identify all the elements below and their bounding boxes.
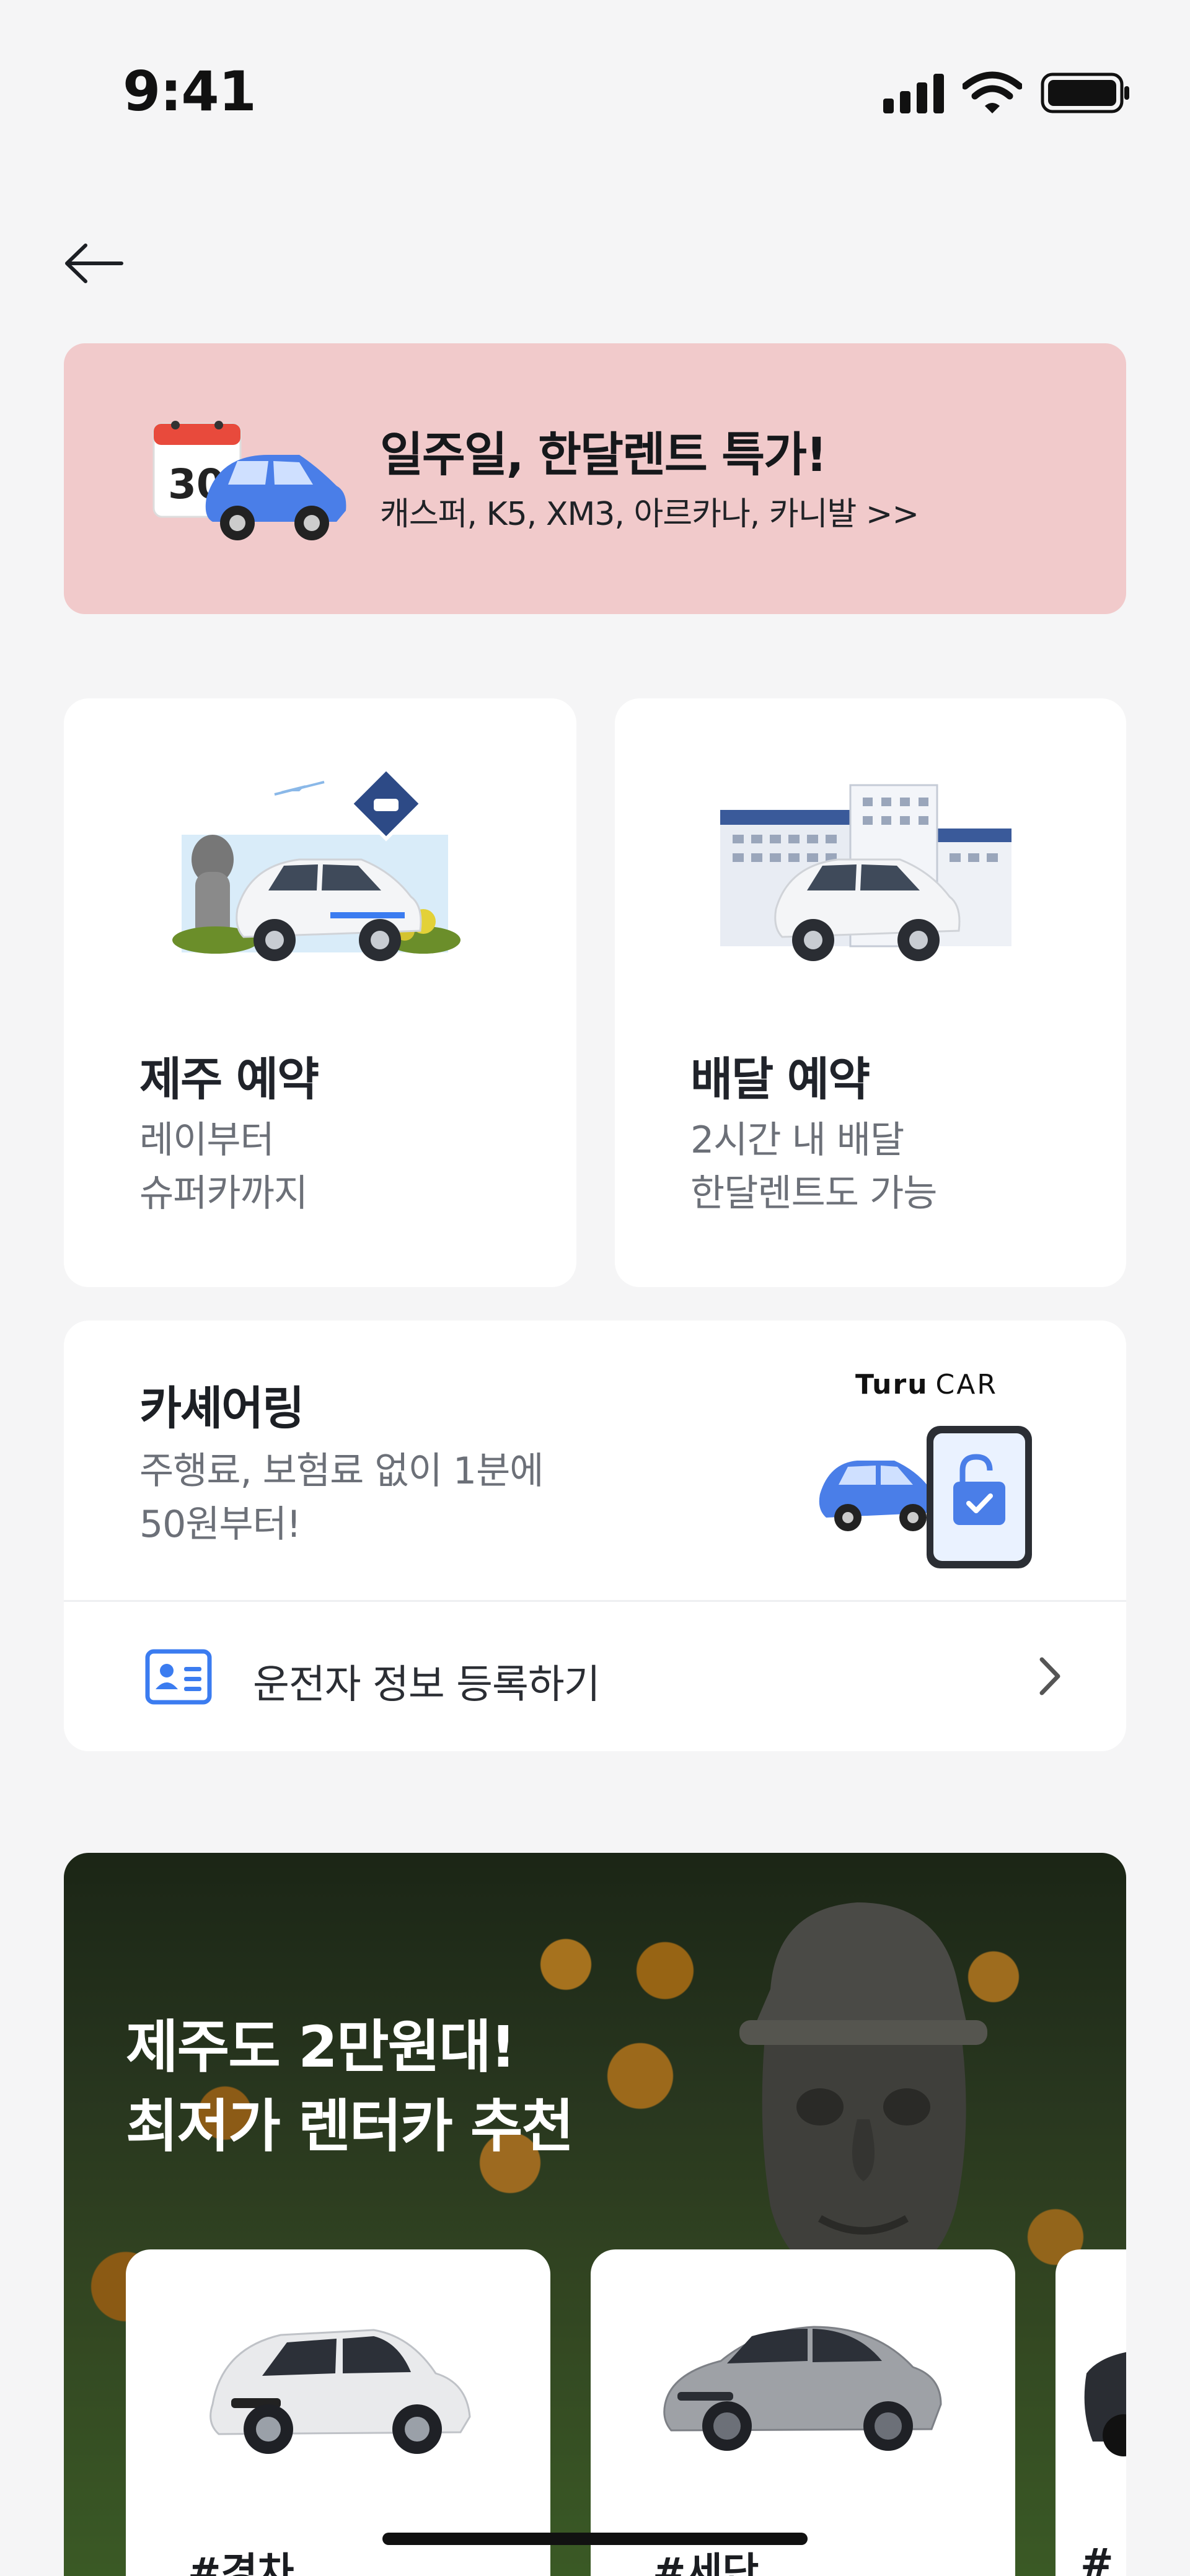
promo-banner[interactable]: 30 일주일, 한달렌트 특가! 캐스퍼, K5, XM3, 아르카나, 카니발… [64, 343, 1126, 614]
delivery-desc-line1: 2시간 내 배달 [690, 1119, 904, 1162]
promo-title-line1: 제주도 2만원대! [126, 2014, 516, 2080]
back-button[interactable] [62, 242, 130, 285]
signal-icon [883, 73, 944, 113]
car-card-sedan[interactable]: #세단 [591, 2249, 1015, 2576]
promo-title: 제주도 2만원대! 최저가 렌터카 추천 [126, 2008, 574, 2166]
car-tag: #경차 [188, 2550, 294, 2576]
car-sharing-desc-line1: 주행료, 보험료 없이 1분에 [139, 1449, 544, 1493]
car-card-partial[interactable]: # [1056, 2249, 1126, 2576]
delivery-reservation-card[interactable]: 배달 예약 2시간 내 배달 한달렌트도 가능 [615, 698, 1126, 1287]
driver-register-row[interactable]: 운전자 정보 등록하기 [64, 1602, 1126, 1751]
id-card-icon [145, 1649, 212, 1705]
banner-subtitle: 캐스퍼, K5, XM3, 아르카나, 카니발 >> [380, 496, 919, 533]
car-tag: #세단 [653, 2550, 759, 2576]
city-car-illustration [720, 784, 1011, 961]
chevron-right-icon [1039, 1657, 1060, 1695]
delivery-title: 배달 예약 [690, 1053, 870, 1106]
jeju-description: 레이부터 슈퍼카까지 [139, 1114, 308, 1220]
compact-car-image [209, 2329, 471, 2454]
banner-title: 일주일, 한달렌트 특가! [380, 427, 827, 482]
arrow-left-icon [65, 244, 123, 283]
logo-main: Turu [855, 1369, 928, 1400]
home-indicator [382, 2533, 808, 2545]
wifi-icon [963, 71, 1022, 113]
jeju-desc-line2: 슈퍼카까지 [139, 1172, 308, 1215]
jeju-car-illustration [172, 767, 461, 961]
promo-title-line2: 최저가 렌터카 추천 [126, 2093, 574, 2160]
driver-register-label: 운전자 정보 등록하기 [253, 1662, 601, 1708]
jeju-promo-section: 제주도 2만원대! 최저가 렌터카 추천 #경차 #세단 # [64, 1853, 1126, 2576]
car-sharing-header[interactable]: 카셰어링 주행료, 보험료 없이 1분에 50원부터! Turu CAR [64, 1321, 1126, 1600]
car-sharing-description: 주행료, 보험료 없이 1분에 50원부터! [139, 1444, 544, 1551]
jeju-title: 제주 예약 [139, 1053, 319, 1106]
logo-sub: CAR [935, 1369, 998, 1400]
car-sharing-title: 카셰어링 [139, 1382, 304, 1435]
status-icons [883, 71, 1131, 115]
sedan-car-image [663, 2326, 942, 2451]
battery-icon [1041, 73, 1129, 113]
phone-car-illustration [819, 1426, 1032, 1568]
delivery-description: 2시간 내 배달 한달렌트도 가능 [690, 1114, 937, 1220]
partial-car-image [1084, 2352, 1126, 2456]
jeju-reservation-card[interactable]: 제주 예약 레이부터 슈퍼카까지 [64, 698, 576, 1287]
car-sharing-desc-line2: 50원부터! [139, 1503, 301, 1546]
status-time: 9:41 [123, 59, 257, 123]
calendar-car-illustration: 30 [152, 421, 346, 540]
car-sharing-card: 카셰어링 주행료, 보험료 없이 1분에 50원부터! Turu CAR 운전자… [64, 1321, 1126, 1751]
delivery-desc-line2: 한달렌트도 가능 [690, 1172, 937, 1215]
status-bar: 9:41 [0, 0, 1190, 186]
jeju-desc-line1: 레이부터 [139, 1119, 275, 1162]
car-tag: # [1080, 2541, 1114, 2576]
turu-car-logo: Turu CAR [855, 1369, 998, 1400]
dol-hareubang-image [739, 1902, 987, 2287]
car-card-compact[interactable]: #경차 [126, 2249, 550, 2576]
